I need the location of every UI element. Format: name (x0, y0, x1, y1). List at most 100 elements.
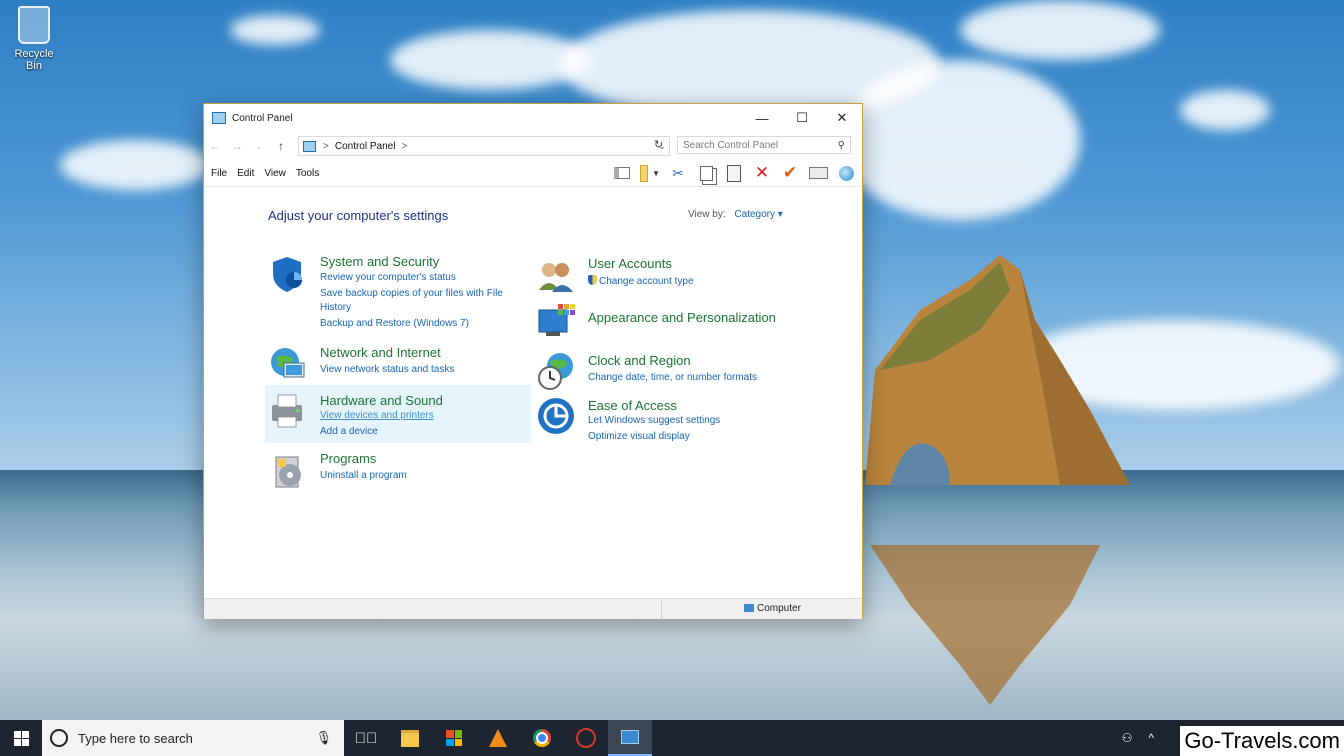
control-panel-window: Control Panel — ☐ ✕ ← → ⌄ ↑ > Control Pa… (203, 103, 863, 619)
taskbar-search-placeholder: Type here to search (78, 730, 193, 746)
status-location-label: Computer (757, 603, 801, 614)
control-panel-content: Adjust your computer's settings View by:… (204, 188, 862, 598)
link-save-backup[interactable]: Save backup copies of your files with Fi… (320, 288, 503, 299)
link-change-account-type-label: Change account type (599, 276, 694, 287)
view-by: View by: Category ▾ (688, 209, 783, 220)
category-ease-of-access: Ease of Access Let Windows suggest setti… (536, 396, 836, 446)
menu-view[interactable]: View (264, 168, 286, 179)
file-explorer-icon[interactable] (388, 720, 432, 756)
printer-icon (272, 394, 302, 428)
users-icon (539, 263, 573, 292)
category-appearance: Appearance and Personalization (536, 302, 836, 342)
back-arrow-icon[interactable]: ← (204, 139, 226, 153)
microphone-icon[interactable]: 🎙 (315, 730, 332, 746)
system-security-title[interactable]: System and Security (320, 254, 439, 269)
cut-icon[interactable]: ✂ (668, 164, 688, 182)
link-network-status[interactable]: View network status and tasks (320, 364, 454, 375)
store-icon[interactable] (432, 720, 476, 756)
search-input[interactable]: Search Control Panel ⚲ (677, 136, 851, 154)
network-globe-icon (271, 348, 305, 378)
link-devices-printers[interactable]: View devices and printers (320, 410, 434, 421)
rock-reflection (870, 545, 1100, 705)
category-hardware-sound[interactable]: Hardware and Sound View devices and prin… (265, 385, 531, 443)
ease-of-access-title[interactable]: Ease of Access (588, 398, 677, 413)
toolbar: ▼ ✂ ✕ ✔ (612, 163, 856, 182)
recent-chevron-icon[interactable]: ⌄ (248, 142, 270, 151)
link-uninstall-program[interactable]: Uninstall a program (320, 470, 407, 481)
uac-shield-icon (588, 275, 597, 285)
chrome-icon[interactable] (520, 720, 564, 756)
breadcrumb-control-panel[interactable]: Control Panel (335, 141, 396, 152)
clock-region-title[interactable]: Clock and Region (588, 353, 691, 368)
task-view-icon[interactable]: ▯⃒ (344, 720, 388, 756)
search-icon[interactable]: ⚲ (838, 140, 845, 151)
window-title: Control Panel (232, 112, 293, 124)
control-panel-icon (212, 112, 226, 124)
apply-check-icon[interactable]: ✔ (780, 163, 800, 182)
link-change-date-time[interactable]: Change date, time, or number formats (588, 372, 757, 383)
address-bar: ← → ⌄ ↑ > Control Panel > ⌄ ↻ Search Con… (204, 132, 862, 160)
refresh-icon[interactable]: ↻ (654, 138, 663, 151)
view-by-dropdown[interactable]: Category ▾ (734, 209, 782, 220)
status-bar: Computer (204, 598, 862, 619)
title-bar[interactable]: Control Panel — ☐ ✕ (204, 104, 862, 132)
computer-icon (744, 604, 754, 613)
user-accounts-title[interactable]: User Accounts (588, 256, 672, 271)
crumb-separator-trailing[interactable]: > (401, 141, 407, 152)
link-change-account-type[interactable]: Change account type (588, 275, 694, 287)
people-icon[interactable]: ⚇ (1122, 731, 1133, 745)
programs-disc-icon (275, 456, 301, 488)
control-panel-taskbar-icon[interactable] (608, 720, 652, 756)
clock-globe-icon (538, 353, 573, 390)
view-by-label: View by: (688, 209, 726, 220)
watermark: Go-Travels.com (1180, 726, 1344, 756)
appearance-title[interactable]: Appearance and Personalization (588, 310, 776, 325)
link-save-backup-history[interactable]: History (320, 302, 351, 313)
minimize-button[interactable]: — (742, 104, 782, 132)
search-placeholder: Search Control Panel (683, 139, 779, 151)
taskbar: Type here to search 🎙 ▯⃒ ⚇ ^ (0, 720, 1344, 756)
rock-arch (865, 255, 1130, 485)
page-heading: Adjust your computer's settings (268, 208, 449, 223)
status-divider (661, 599, 662, 619)
link-backup-restore[interactable]: Backup and Restore (Windows 7) (320, 318, 469, 329)
tray-chevron-icon[interactable]: ^ (1148, 731, 1154, 745)
network-internet-title[interactable]: Network and Internet (320, 345, 441, 360)
menu-file[interactable]: File (211, 168, 227, 179)
rename-icon[interactable] (808, 164, 828, 182)
cortana-icon (50, 729, 68, 747)
appearance-monitor-icon (538, 304, 575, 336)
delete-icon[interactable]: ✕ (752, 163, 772, 182)
start-button[interactable] (0, 720, 42, 756)
hardware-sound-title[interactable]: Hardware and Sound (320, 393, 443, 408)
status-location: Computer (744, 603, 801, 614)
link-optimize-display[interactable]: Optimize visual display (588, 431, 690, 442)
category-clock-region: Clock and Region Change date, time, or n… (536, 351, 836, 391)
paste-icon[interactable] (724, 164, 744, 182)
recycle-bin[interactable]: Recycle Bin (6, 6, 62, 72)
close-button[interactable]: ✕ (822, 104, 862, 132)
properties-icon[interactable]: ▼ (640, 164, 660, 182)
forward-arrow-icon[interactable]: → (226, 139, 248, 153)
link-windows-suggest[interactable]: Let Windows suggest settings (588, 415, 720, 426)
copy-icon[interactable] (696, 164, 716, 182)
control-panel-crumb-icon (303, 140, 316, 152)
address-field[interactable]: > Control Panel > ⌄ (298, 136, 670, 156)
crumb-separator: > (323, 140, 329, 152)
vlc-icon[interactable] (476, 720, 520, 756)
menu-tools[interactable]: Tools (296, 168, 319, 179)
menu-edit[interactable]: Edit (237, 168, 254, 179)
link-review-status[interactable]: Review your computer's status (320, 272, 456, 283)
programs-title[interactable]: Programs (320, 451, 376, 466)
view-by-value: Category (734, 209, 775, 220)
app-red-icon[interactable] (564, 720, 608, 756)
category-user-accounts: User Accounts Change account type (536, 256, 836, 296)
category-network-internet: Network and Internet View network status… (268, 345, 532, 385)
ease-of-access-icon (538, 398, 574, 434)
taskbar-search-box[interactable]: Type here to search 🎙 (42, 720, 344, 756)
up-arrow-icon[interactable]: ↑ (270, 139, 292, 153)
maximize-button[interactable]: ☐ (782, 104, 822, 132)
link-add-device[interactable]: Add a device (320, 426, 378, 437)
network-globe-icon[interactable] (836, 164, 856, 182)
preview-pane-icon[interactable] (612, 164, 632, 182)
